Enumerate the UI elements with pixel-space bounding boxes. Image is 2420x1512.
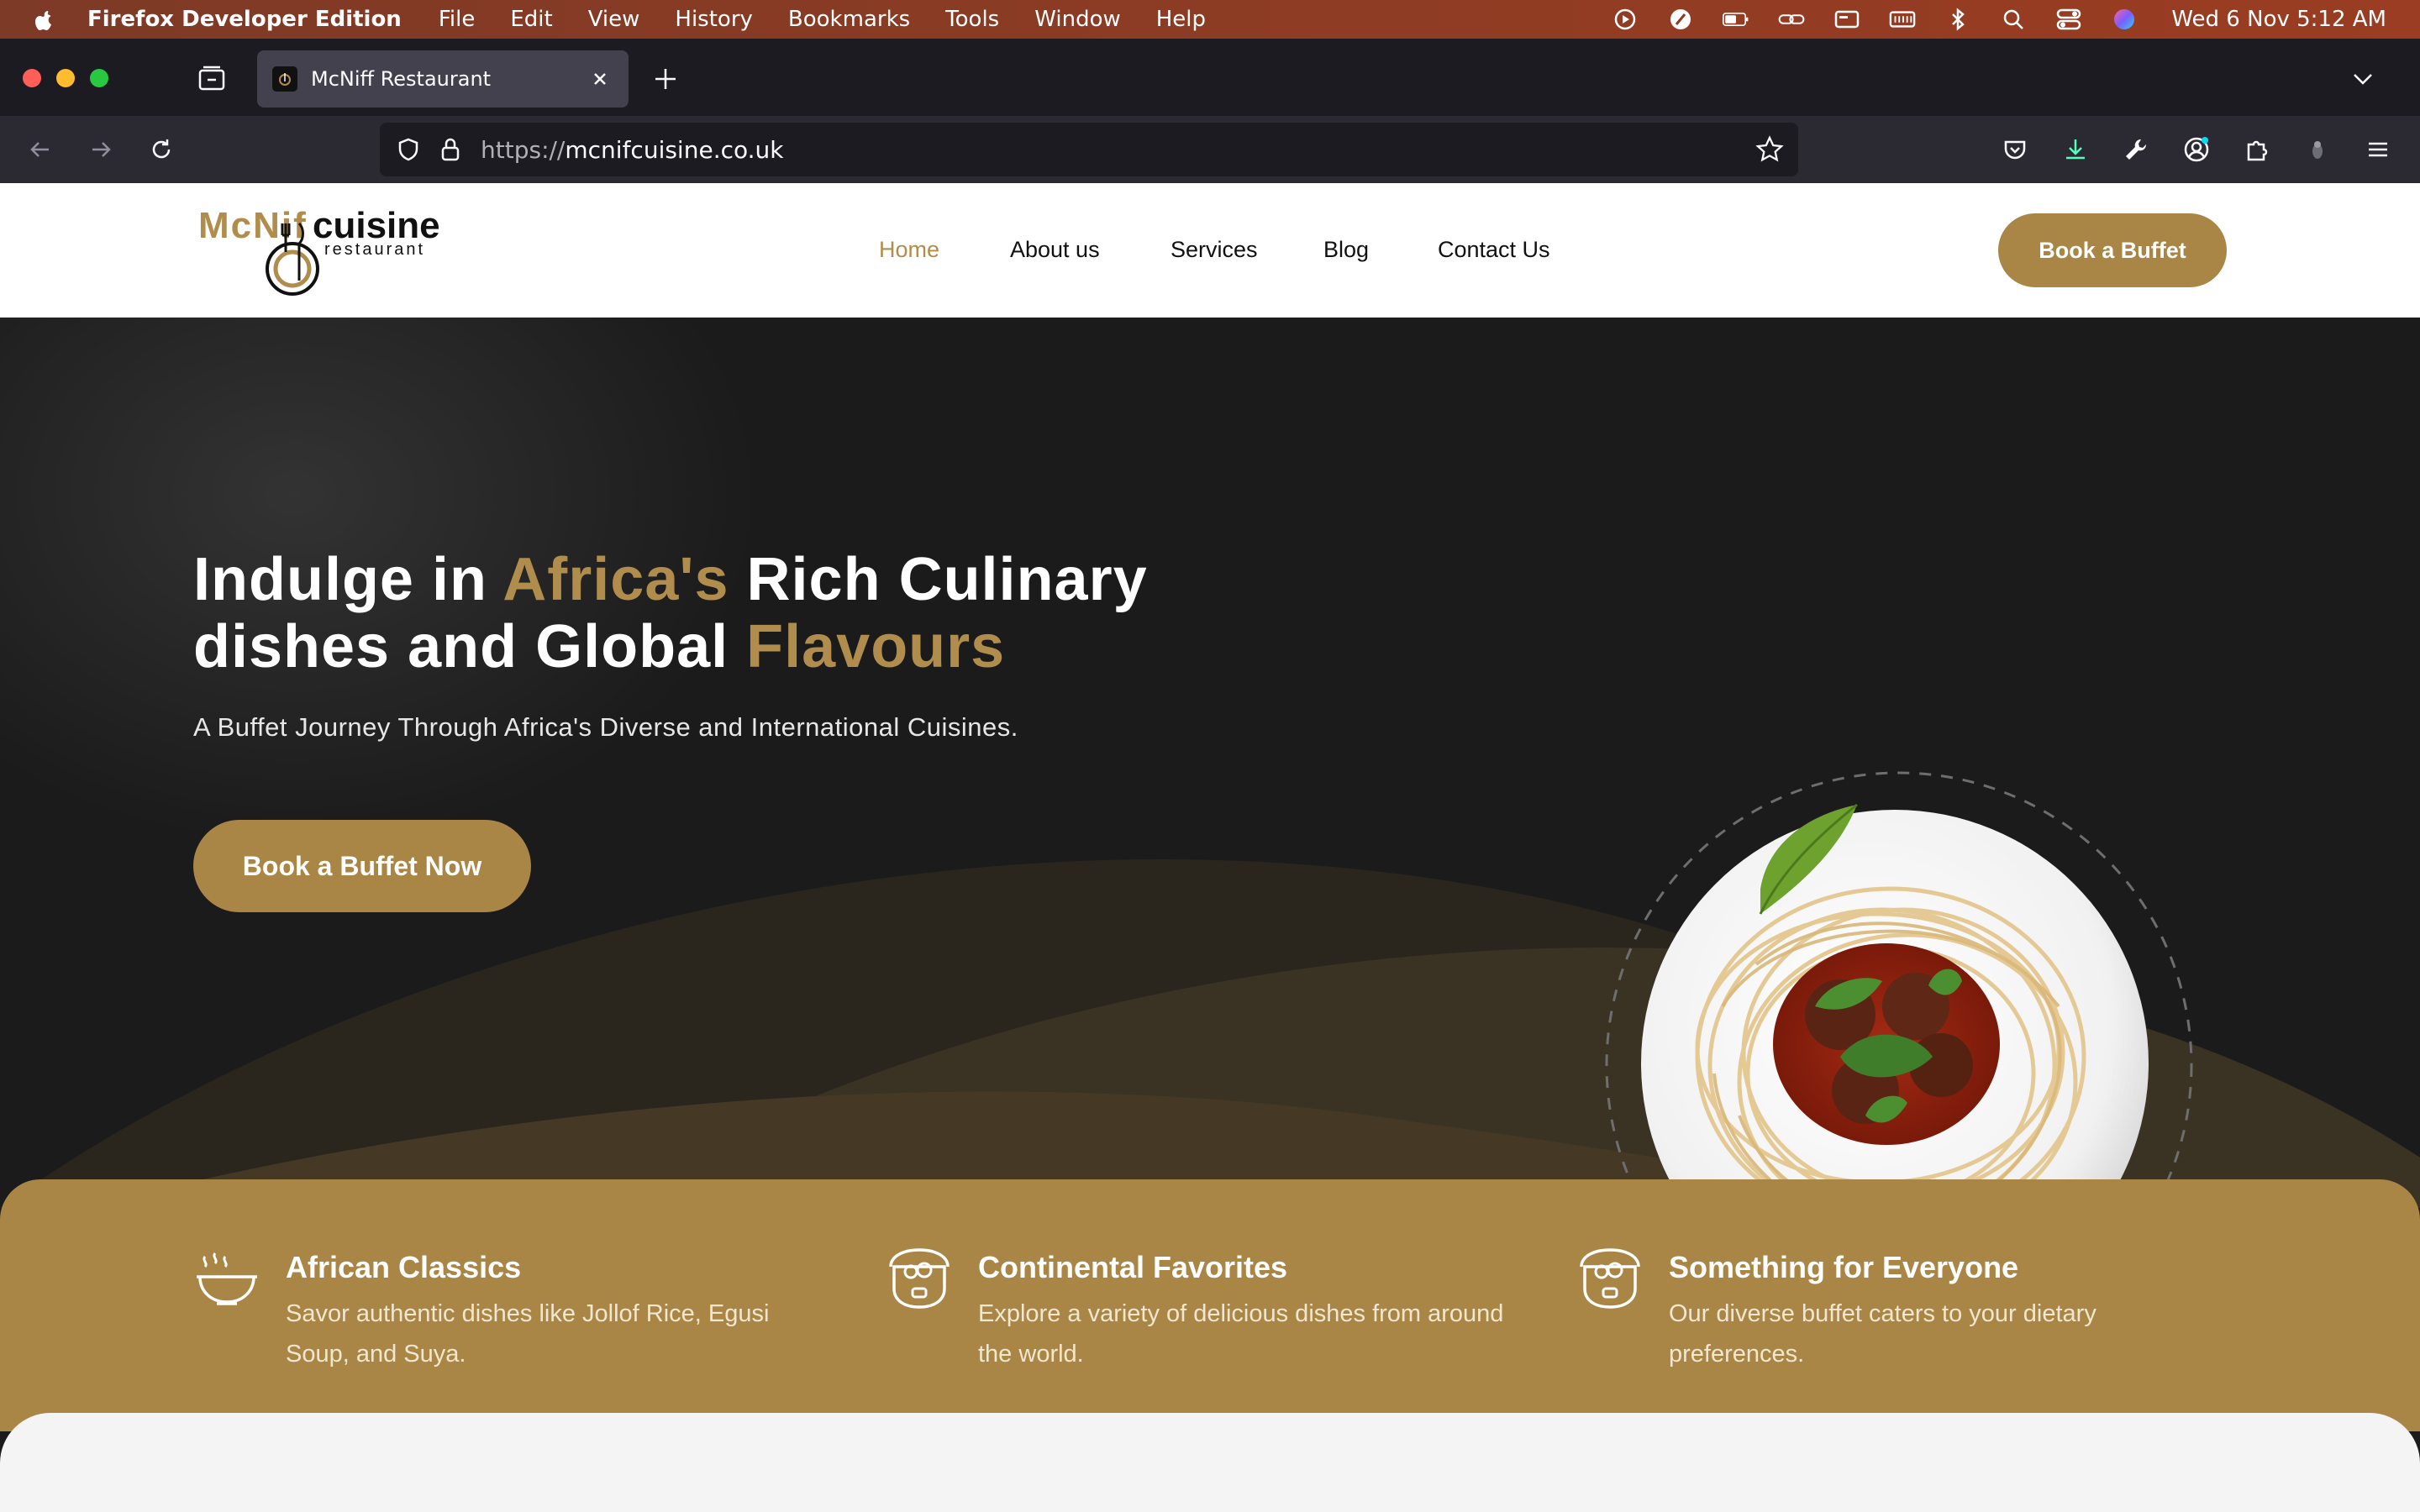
card-icon[interactable]	[1833, 8, 1860, 31]
nav-about-us[interactable]: About us	[1010, 237, 1100, 263]
hero-subtitle: A Buffet Journey Through Africa's Divers…	[193, 712, 1018, 742]
nav-blog[interactable]: Blog	[1323, 237, 1369, 263]
feature-title: Continental Favorites	[978, 1250, 1288, 1284]
lock-icon[interactable]	[437, 134, 464, 165]
hero-title-part2: Rich Culinary	[729, 546, 1148, 613]
back-icon[interactable]	[25, 134, 55, 165]
spaghetti-plate-image	[1588, 754, 2210, 1208]
bookmark-star-icon[interactable]	[1754, 134, 1785, 165]
url-host: mcnifcuisine.co.uk	[565, 135, 784, 164]
battery-icon[interactable]	[1723, 8, 1749, 31]
hero-title: Indulge in Africa's Rich Culinary dishes…	[193, 546, 1370, 680]
menu-view[interactable]: View	[588, 7, 640, 32]
new-tab-icon[interactable]	[652, 66, 679, 92]
hamburger-menu-icon[interactable]	[2363, 134, 2393, 165]
hero-section	[0, 318, 2420, 1208]
feature-title: African Classics	[286, 1250, 522, 1284]
menu-file[interactable]: File	[439, 7, 476, 32]
book-buffet-now-button[interactable]: Book a Buffet Now	[193, 820, 531, 912]
search-icon[interactable]	[2000, 8, 2027, 31]
fork-knife-plate-icon	[266, 222, 319, 296]
apple-icon[interactable]	[32, 7, 57, 32]
book-buffet-header-button[interactable]: Book a Buffet	[1998, 213, 2227, 287]
keyboard-icon[interactable]	[1889, 8, 1916, 31]
logo-tagline: restaurant	[324, 240, 426, 259]
account-icon[interactable]	[2181, 134, 2212, 165]
hero-title-part1: Indulge in	[193, 546, 503, 613]
menu-help[interactable]: Help	[1156, 7, 1206, 32]
nav-contact-us[interactable]: Contact Us	[1438, 237, 1550, 263]
bluetooth-icon[interactable]	[1944, 8, 1971, 31]
extension-avatar-icon[interactable]	[2302, 134, 2333, 165]
feature-description: Explore a variety of delicious dishes fr…	[978, 1300, 1504, 1368]
app-menu[interactable]: Firefox Developer Edition	[87, 7, 402, 32]
menu-window[interactable]: Window	[1034, 7, 1121, 32]
url-text[interactable]: https://mcnifcuisine.co.uk	[481, 136, 783, 164]
tab-overview-icon[interactable]	[195, 64, 229, 94]
nav-home[interactable]: Home	[879, 237, 939, 263]
clock[interactable]: Wed 6 Nov 5:12 AM	[2171, 7, 2386, 32]
hero-title-highlight2: Flavours	[746, 613, 1006, 680]
pocket-icon[interactable]	[2000, 134, 2030, 165]
favicon-icon	[272, 66, 297, 92]
menu-tools[interactable]: Tools	[945, 7, 999, 32]
site-logo[interactable]: McNif cuisine restaurant	[198, 203, 440, 297]
feature-description: Savor authentic dishes like Jollof Rice,…	[286, 1300, 770, 1368]
wrench-icon[interactable]	[2121, 134, 2151, 165]
shield-icon[interactable]	[393, 134, 424, 165]
bowl-icon	[197, 1252, 257, 1305]
play-icon[interactable]	[1612, 8, 1639, 31]
extensions-icon[interactable]	[2242, 134, 2272, 165]
feature-description: Our diverse buffet caters to your dietar…	[1669, 1300, 2096, 1368]
link-icon[interactable]	[1778, 8, 1805, 31]
list-all-tabs-icon[interactable]	[2349, 66, 2376, 92]
menu-bookmarks[interactable]: Bookmarks	[788, 7, 910, 32]
tab-title: McNiff Restaurant	[311, 67, 492, 91]
reload-icon[interactable]	[146, 134, 176, 165]
forward-icon[interactable]	[86, 134, 116, 165]
minimize-window-button[interactable]	[56, 69, 75, 87]
maximize-window-button[interactable]	[90, 69, 108, 87]
nav-services[interactable]: Services	[1171, 237, 1258, 263]
menu-edit[interactable]: Edit	[510, 7, 552, 32]
url-protocol: https://	[481, 135, 566, 164]
hero-title-highlight1: Africa's	[502, 546, 729, 613]
close-window-button[interactable]	[23, 69, 41, 87]
url-bar[interactable]: https://mcnifcuisine.co.uk	[380, 123, 1798, 176]
tab-mcniff-restaurant[interactable]: McNiff Restaurant	[257, 50, 629, 108]
menu-history[interactable]: History	[675, 7, 753, 32]
hero-title-part3: dishes and Global	[193, 613, 747, 680]
close-tab-icon[interactable]	[588, 67, 612, 91]
food-box-icon	[1580, 1248, 1640, 1309]
feature-title: Something for Everyone	[1669, 1250, 2019, 1284]
downloads-icon[interactable]	[2060, 134, 2091, 165]
food-box-icon	[889, 1248, 950, 1309]
control-center-icon[interactable]	[2055, 8, 2082, 31]
feather-icon[interactable]	[1667, 8, 1694, 31]
macos-menubar: Firefox Developer Edition File Edit View…	[0, 0, 2420, 39]
siri-icon[interactable]	[2111, 8, 2138, 31]
next-section-card	[0, 1413, 2420, 1512]
